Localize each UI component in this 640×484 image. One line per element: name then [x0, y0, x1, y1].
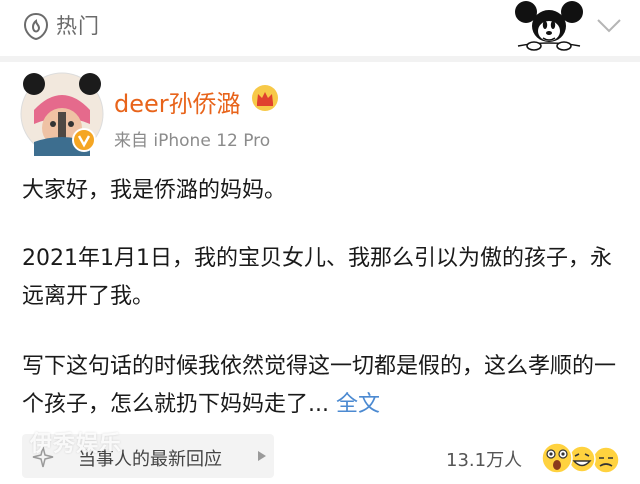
sad-emoji	[592, 446, 620, 474]
reaction-emojis[interactable]	[540, 438, 622, 478]
crown-icon	[252, 85, 278, 111]
hot-tab[interactable]: 热门	[56, 10, 100, 40]
watermark: 伊秀娱乐	[30, 432, 123, 457]
laughing-emoji	[568, 445, 596, 473]
post-paragraph: 大家好，我是侨潞的妈妈。	[22, 178, 287, 203]
full-text-link[interactable]: 全文	[336, 392, 380, 417]
top-bar: 热门	[0, 0, 640, 56]
reaction-count: 13.1万人	[446, 450, 523, 471]
play-arrow-icon	[258, 451, 266, 461]
mickey-mouse-sticker	[515, 1, 583, 51]
chevron-down-icon[interactable]	[596, 18, 622, 34]
section-divider	[0, 56, 640, 62]
author-name[interactable]: deer孙侨潞	[114, 84, 241, 119]
author-avatar[interactable]	[20, 72, 104, 156]
post-paragraph-text: 写下这句话的时候我依然觉得这一切都是假的，这么孝顺的一个孩子，怎么就扔下妈妈走了…	[22, 354, 617, 417]
surprised-emoji	[541, 442, 573, 474]
hot-icon	[23, 12, 49, 40]
post-paragraph: 2021年1月1日，我的宝贝女儿、我那么引以为傲的孩子，永远离开了我。	[22, 246, 612, 309]
post-source: 来自 iPhone 12 Pro	[114, 131, 271, 151]
post-paragraph: 写下这句话的时候我依然觉得这一切都是假的，这么孝顺的一个孩子，怎么就扔下妈妈走了…	[22, 348, 618, 424]
verified-icon	[72, 128, 96, 152]
